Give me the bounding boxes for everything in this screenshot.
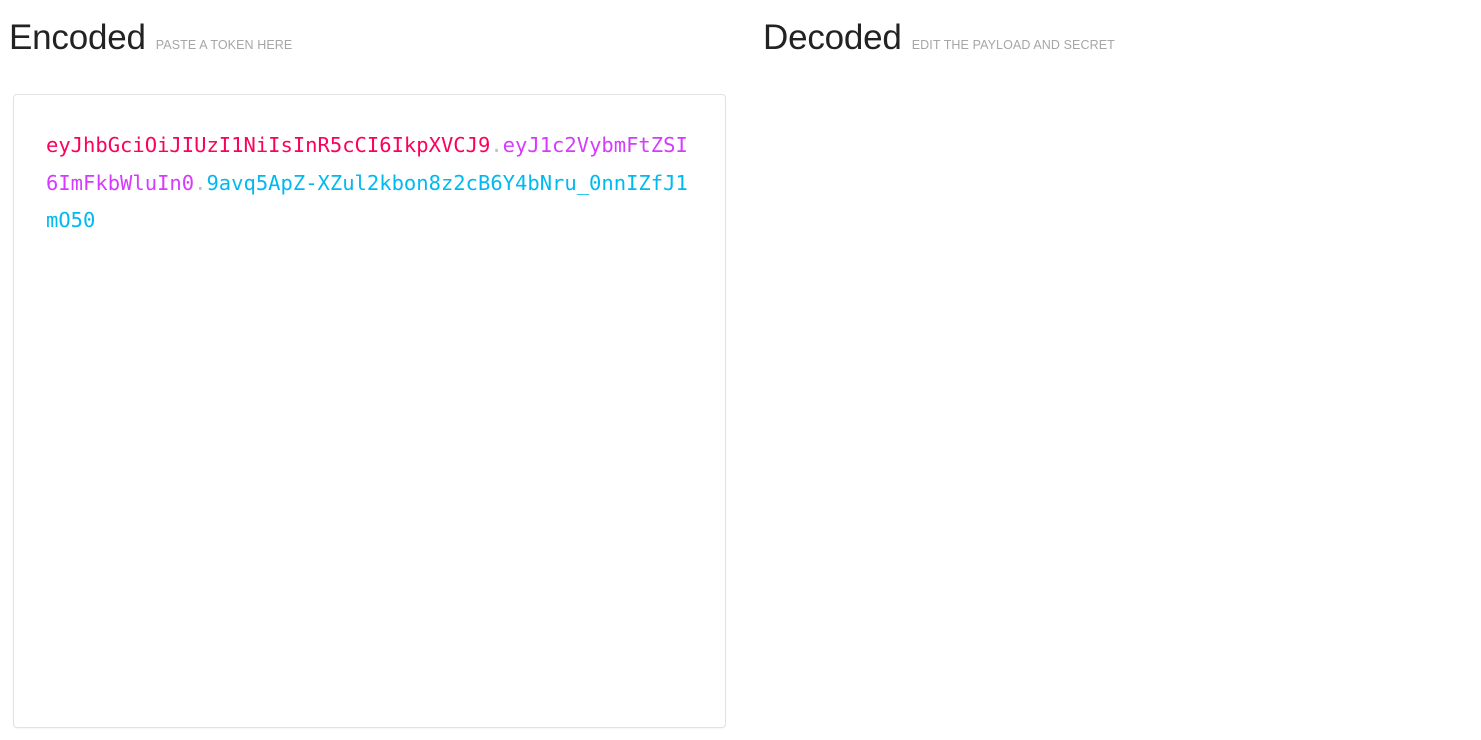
decoded-title: Decoded	[763, 18, 902, 57]
token-separator-dot-1: .	[490, 133, 503, 157]
encoded-heading: Encoded PASTE A TOKEN HERE	[0, 0, 752, 55]
decoded-subtitle: EDIT THE PAYLOAD AND SECRET	[911, 38, 1115, 52]
token-separator-dot-2: .	[194, 170, 207, 195]
encoded-title: Encoded	[9, 18, 146, 57]
decoded-column: Decoded EDIT THE PAYLOAD AND SECRET HEAD…	[752, 0, 1481, 740]
decoded-heading: Decoded EDIT THE PAYLOAD AND SECRET	[752, 0, 1481, 55]
encoded-token-text[interactable]: eyJhbGciOiJIUzI1NiIsInR5cCI6IkpXVCJ9.eyJ…	[46, 127, 695, 240]
token-header-segment: eyJhbGciOiJIUzI1NiIsInR5cCI6IkpXVCJ9	[46, 133, 491, 157]
jwt-debugger-root: Encoded PASTE A TOKEN HERE eyJhbGciOiJIU…	[0, 0, 1481, 740]
encoded-column: Encoded PASTE A TOKEN HERE eyJhbGciOiJIU…	[0, 0, 752, 740]
encoded-token-panel[interactable]: eyJhbGciOiJIUzI1NiIsInR5cCI6IkpXVCJ9.eyJ…	[13, 94, 726, 728]
encoded-subtitle: PASTE A TOKEN HERE	[155, 38, 293, 52]
